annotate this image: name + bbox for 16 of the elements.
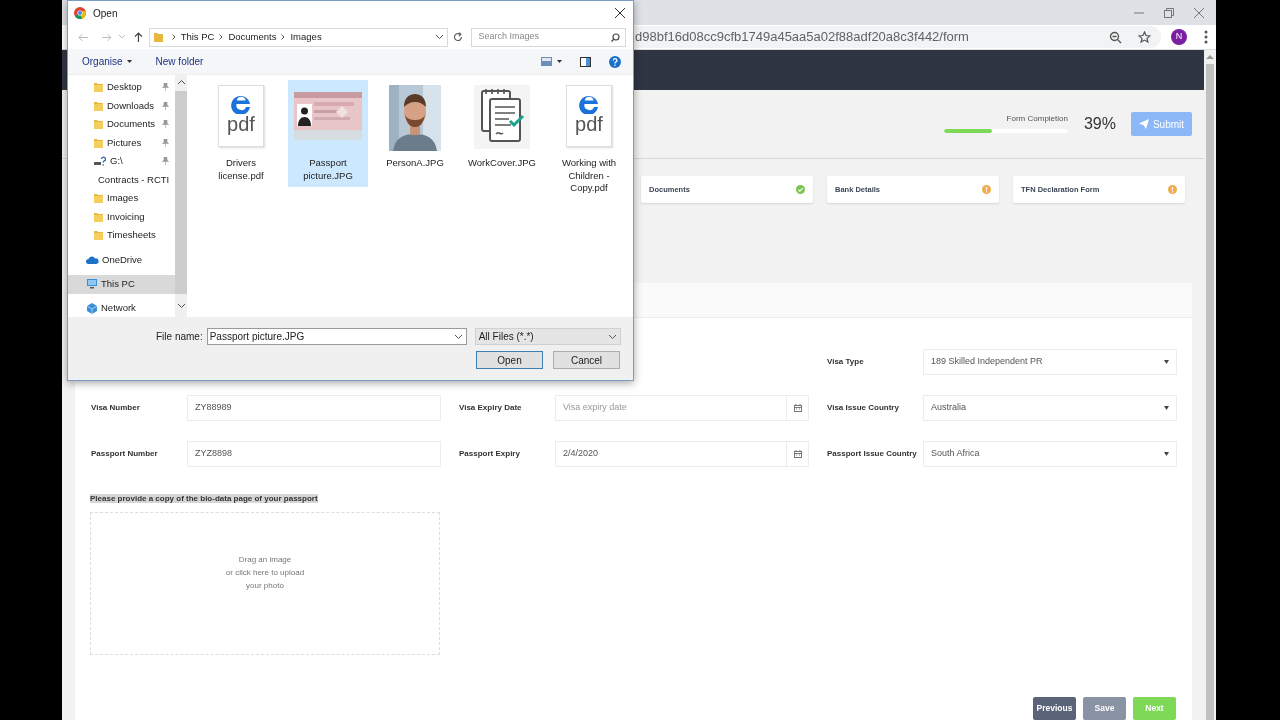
completion-label: Form Completion	[1006, 112, 1068, 125]
field-label: Passport Issue Country	[827, 448, 918, 460]
field-label: Visa Number	[91, 402, 141, 414]
pdf-file-icon: pdf	[566, 85, 612, 147]
file-name-label: File name:	[156, 330, 203, 344]
upload-label: Please provide a copy of the bio-data page of your passport	[90, 494, 318, 503]
upload-hint: Drag an image or click here to upload your photo	[225, 554, 305, 592]
field-label: Visa Expiry Date	[459, 402, 523, 414]
field-label: Visa Type	[827, 356, 865, 368]
dialog-title: Open	[93, 6, 119, 21]
field-label: Passport Expiry	[459, 448, 521, 460]
completion-percent: 39%	[1083, 114, 1116, 134]
url-text: d98bf16d08cc9cfb1749a45aa5a02f88adf20a8c3f442/form	[635, 28, 970, 47]
pdf-file-icon: pdf	[218, 85, 264, 147]
field-label: Passport Number	[91, 448, 159, 460]
field-label: Visa Issue Country	[827, 402, 900, 414]
